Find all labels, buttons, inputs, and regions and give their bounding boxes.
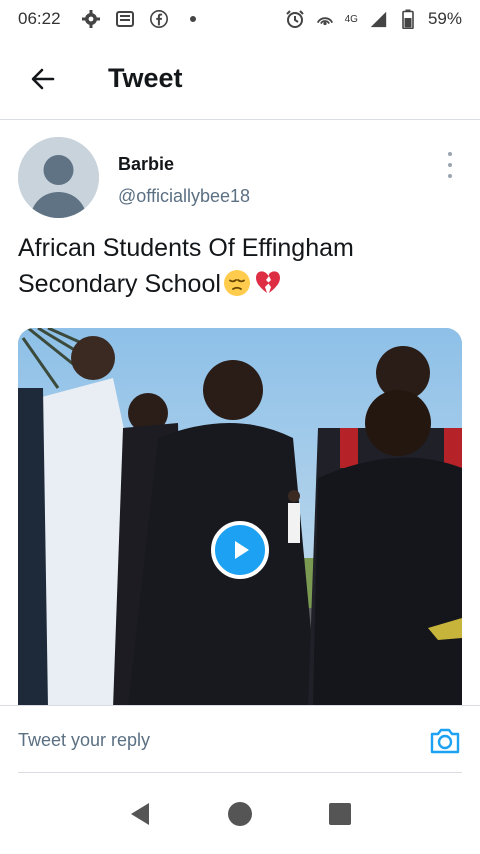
dot-icon <box>183 9 203 29</box>
more-options-button[interactable] <box>440 150 460 180</box>
default-avatar-icon <box>18 137 99 218</box>
reply-bar: Tweet your reply <box>0 705 480 773</box>
tweet-text: African Students Of Effingham Secondary … <box>18 230 458 302</box>
network-type-label: 4G <box>344 13 358 25</box>
broken-heart-icon <box>255 271 280 293</box>
tweet-body: African Students Of Effingham Secondary … <box>18 234 354 298</box>
status-time: 06:22 <box>18 9 61 28</box>
settings-icon <box>81 9 101 29</box>
avatar[interactable] <box>18 137 99 218</box>
more-dot <box>448 174 452 178</box>
system-nav-bar <box>0 773 480 854</box>
arrow-left-icon <box>31 68 55 89</box>
facebook-icon <box>149 9 169 29</box>
camera-button[interactable] <box>428 724 462 758</box>
back-button[interactable] <box>20 56 66 102</box>
home-circle-icon <box>228 801 252 826</box>
more-dot <box>448 163 452 167</box>
status-left: 06:22 <box>18 9 203 29</box>
back-triangle-icon <box>131 802 149 825</box>
author-row: Barbie @officiallybee18 <box>0 120 480 224</box>
reply-input[interactable]: Tweet your reply <box>18 706 408 774</box>
battery-icon <box>398 9 418 29</box>
pensive-face-icon <box>223 270 250 296</box>
status-right: 4G 59% <box>285 9 462 29</box>
tweet: Barbie @officiallybee18 African Students… <box>0 120 480 706</box>
hotspot-icon <box>315 9 335 29</box>
nav-back-button[interactable] <box>120 794 160 834</box>
nav-home-button[interactable] <box>220 794 260 834</box>
header: Tweet <box>0 38 480 120</box>
video-scene <box>18 328 462 706</box>
author-handle[interactable]: @officiallybee18 <box>118 186 250 207</box>
signal-icon <box>368 9 388 29</box>
newspaper-icon <box>115 9 135 29</box>
play-button[interactable] <box>211 521 269 579</box>
page-title: Tweet <box>108 63 183 93</box>
more-dot <box>448 152 452 156</box>
author-name[interactable]: Barbie <box>118 154 174 175</box>
camera-icon <box>430 728 460 754</box>
nav-recents-button[interactable] <box>320 794 360 834</box>
battery-percent: 59% <box>427 9 462 28</box>
play-icon <box>235 541 249 559</box>
video-thumbnail[interactable] <box>18 328 462 706</box>
recents-square-icon <box>329 802 351 825</box>
alarm-icon <box>285 9 305 29</box>
status-bar: 06:22 4G 59% <box>0 0 480 38</box>
